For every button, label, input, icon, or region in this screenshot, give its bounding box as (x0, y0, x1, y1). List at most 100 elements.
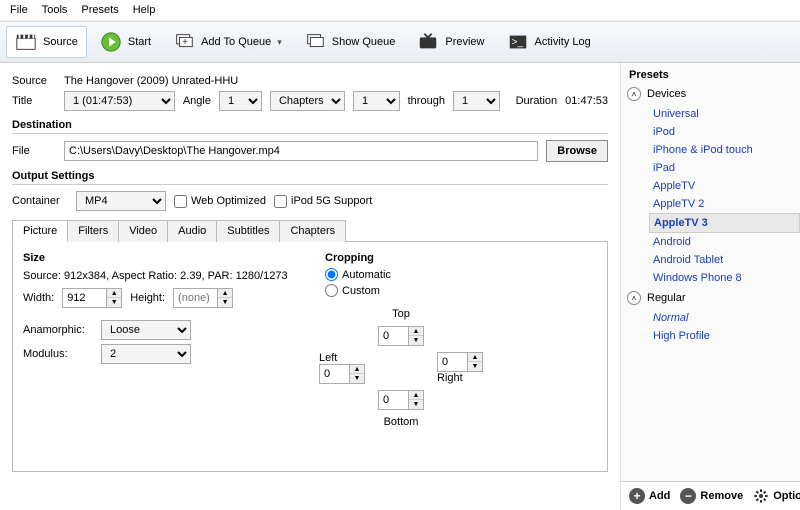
angle-label: Angle (183, 95, 211, 107)
menu-file[interactable]: File (10, 4, 28, 16)
left-pane: Source The Hangover (2009) Unrated-HHU T… (0, 63, 620, 510)
width-spinner[interactable]: ▲▼ (62, 288, 122, 308)
container-label: Container (12, 195, 68, 207)
height-spinner[interactable]: ▲▼ (173, 288, 233, 308)
source-button[interactable]: Source (6, 26, 87, 58)
preset-item[interactable]: AppleTV 2 (649, 195, 800, 213)
crop-bottom-label: Bottom (384, 416, 419, 428)
duration-label: Duration (516, 95, 558, 107)
chevron-up-icon: ˄ (627, 87, 641, 101)
ipod-5g-checkbox[interactable]: iPod 5G Support (274, 195, 372, 208)
presets-category-devices[interactable]: ˄ Devices (621, 83, 800, 105)
crop-bottom-spinner[interactable]: ▲▼ (378, 390, 424, 410)
preview-label: Preview (445, 36, 484, 48)
show-queue-button[interactable]: Show Queue (295, 26, 405, 58)
menu-help[interactable]: Help (133, 4, 156, 16)
tab-audio[interactable]: Audio (167, 220, 217, 242)
add-queue-icon: + (173, 31, 195, 53)
preset-item[interactable]: AppleTV 3 (649, 213, 800, 233)
anamorphic-select[interactable]: Loose (101, 320, 191, 340)
preset-add-button[interactable]: +Add (629, 488, 670, 504)
source-button-label: Source (43, 36, 78, 48)
presets-heading: Presets (621, 63, 800, 83)
crop-left-spinner[interactable]: ▲▼ (319, 364, 365, 384)
source-name: The Hangover (2009) Unrated-HHU (64, 75, 238, 87)
minus-icon: − (680, 488, 696, 504)
browse-button[interactable]: Browse (546, 140, 608, 162)
preset-item[interactable]: High Profile (649, 327, 800, 345)
presets-footer: +Add −Remove Options (621, 481, 800, 510)
toolbar: Source Start + Add To Queue Show Queue P… (0, 21, 800, 63)
start-button-label: Start (128, 36, 151, 48)
angle-select[interactable]: 1 (219, 91, 262, 111)
crop-top-label: Top (392, 308, 410, 320)
web-optimized-checkbox[interactable]: Web Optimized (174, 195, 266, 208)
svg-text:+: + (182, 37, 188, 48)
preset-item[interactable]: Universal (649, 105, 800, 123)
height-label: Height: (130, 292, 165, 304)
menu-presets[interactable]: Presets (81, 4, 118, 16)
preview-button[interactable]: Preview (408, 26, 493, 58)
through-label: through (408, 95, 445, 107)
svg-text:>_: >_ (511, 37, 523, 48)
plus-icon: + (629, 488, 645, 504)
crop-top-spinner[interactable]: ▲▼ (378, 326, 424, 346)
crop-left-label: Left (319, 352, 337, 364)
preset-remove-button[interactable]: −Remove (680, 488, 743, 504)
tab-chapters[interactable]: Chapters (279, 220, 346, 242)
destination-heading: Destination (12, 119, 608, 131)
tab-subtitles[interactable]: Subtitles (216, 220, 280, 242)
activity-log-label: Activity Log (535, 36, 591, 48)
chevron-up-icon: ˄ (627, 291, 641, 305)
main-area: Source The Hangover (2009) Unrated-HHU T… (0, 63, 800, 510)
presets-category-regular[interactable]: ˄ Regular (621, 287, 800, 309)
tab-filters[interactable]: Filters (67, 220, 119, 242)
preset-item[interactable]: iPhone & iPod touch (649, 141, 800, 159)
preset-item[interactable]: Android Tablet (649, 251, 800, 269)
presets-pane: Presets ˄ Devices UniversaliPodiPhone & … (620, 63, 800, 510)
chapter-from-select[interactable]: 1 (353, 91, 400, 111)
preset-options-button[interactable]: Options (753, 488, 800, 504)
gear-icon (753, 488, 769, 504)
title-label: Title (12, 95, 56, 107)
crop-right-spinner[interactable]: ▲▼ (437, 352, 483, 372)
modulus-label: Modulus: (23, 348, 93, 360)
modulus-select[interactable]: 2 (101, 344, 191, 364)
preset-item[interactable]: Android (649, 233, 800, 251)
clapperboard-icon (15, 31, 37, 53)
menu-bar: File Tools Presets Help (0, 0, 800, 21)
preset-item[interactable]: Windows Phone 8 (649, 269, 800, 287)
preset-item[interactable]: AppleTV (649, 177, 800, 195)
menu-tools[interactable]: Tools (42, 4, 68, 16)
size-heading: Size (23, 252, 295, 264)
play-icon (100, 31, 122, 53)
show-queue-label: Show Queue (332, 36, 396, 48)
tab-picture[interactable]: Picture (12, 220, 68, 242)
file-label: File (12, 145, 56, 157)
range-type-select[interactable]: Chapters (270, 91, 345, 111)
output-settings-heading: Output Settings (12, 170, 608, 182)
width-label: Width: (23, 292, 54, 304)
container-select[interactable]: MP4 (76, 191, 166, 211)
tab-video[interactable]: Video (118, 220, 168, 242)
duration-value: 01:47:53 (565, 95, 608, 107)
preset-item[interactable]: Normal (649, 309, 800, 327)
show-queue-icon (304, 31, 326, 53)
add-queue-button[interactable]: + Add To Queue (164, 26, 291, 58)
crop-right-label: Right (437, 372, 463, 384)
crop-auto-radio[interactable]: Automatic (325, 268, 391, 281)
source-dimensions: Source: 912x384, Aspect Ratio: 2.39, PAR… (23, 270, 295, 282)
crop-custom-radio[interactable]: Custom (325, 284, 380, 297)
destination-input[interactable] (64, 141, 538, 161)
terminal-icon: >_ (507, 31, 529, 53)
chapter-to-select[interactable]: 1 (453, 91, 500, 111)
regular-list: NormalHigh Profile (621, 309, 800, 345)
start-button[interactable]: Start (91, 26, 160, 58)
preset-item[interactable]: iPad (649, 159, 800, 177)
devices-list: UniversaliPodiPhone & iPod touchiPadAppl… (621, 105, 800, 287)
title-select[interactable]: 1 (01:47:53) (64, 91, 175, 111)
preset-item[interactable]: iPod (649, 123, 800, 141)
source-label: Source (12, 75, 56, 87)
activity-log-button[interactable]: >_ Activity Log (498, 26, 600, 58)
picture-tab-body: Size Source: 912x384, Aspect Ratio: 2.39… (12, 242, 608, 472)
